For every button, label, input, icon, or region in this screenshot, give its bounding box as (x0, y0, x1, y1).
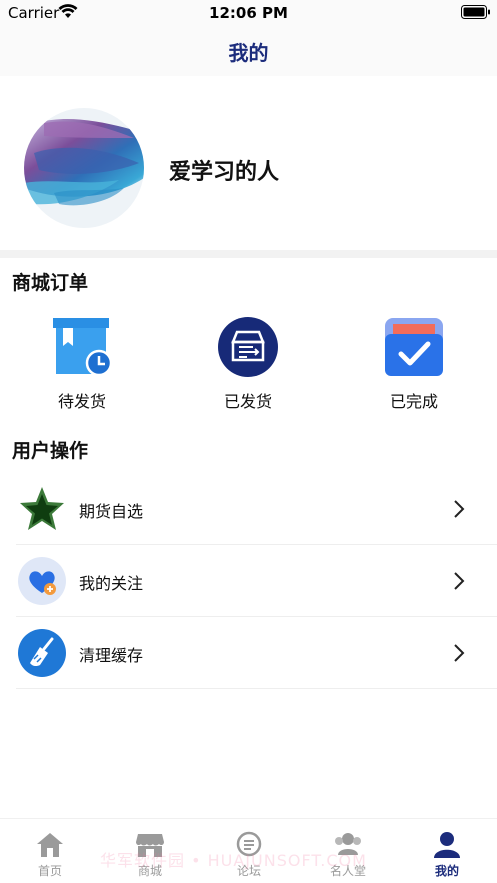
watercolor-avatar-image (24, 108, 144, 228)
watermark: 华军软件园 • HUAJUNSOFT.COM (100, 851, 367, 870)
battery-icon (461, 5, 490, 19)
chevron-right-icon (454, 572, 465, 590)
order-label-shipped: 已发货 (223, 392, 272, 411)
status-time: 12:06 PM (209, 4, 288, 22)
nav-bar: 我的 (0, 26, 497, 76)
operations-section-title: 用户操作 (12, 440, 89, 462)
tab-label-home: 首页 (37, 864, 62, 878)
package-clock-icon (53, 318, 113, 377)
chevron-right-icon (454, 500, 465, 518)
username: 爱学习的人 (169, 160, 280, 185)
shipping-box-icon (218, 317, 278, 377)
op-row-my-follows[interactable]: 我的关注 (16, 545, 497, 617)
section-divider (0, 250, 497, 258)
op-label-futures: 期货自选 (79, 502, 144, 521)
op-label-clear-cache: 清理缓存 (79, 646, 144, 665)
completed-check-icon (385, 318, 443, 376)
page-title: 我的 (228, 41, 269, 65)
chevron-right-icon (454, 644, 465, 662)
order-label-pending: 待发货 (57, 392, 106, 411)
order-label-completed: 已完成 (389, 392, 438, 411)
broom-icon (18, 629, 66, 677)
avatar[interactable] (24, 108, 144, 228)
op-label-follows: 我的关注 (79, 574, 144, 593)
op-row-clear-cache[interactable]: 清理缓存 (16, 617, 497, 689)
orders-section-title: 商城订单 (12, 272, 89, 294)
profile-header[interactable]: 爱学习的人 (0, 76, 497, 250)
order-completed[interactable]: 已完成 (354, 316, 474, 412)
tab-label-mine: 我的 (434, 864, 459, 878)
order-pending-shipment[interactable]: 待发货 (22, 316, 142, 412)
heart-plus-icon (18, 557, 66, 605)
op-row-futures-watchlist[interactable]: 期货自选 (16, 473, 497, 545)
user-icon (434, 832, 460, 858)
tab-home[interactable]: 首页 (0, 819, 100, 883)
tab-mine[interactable]: 我的 (397, 819, 497, 883)
status-bar: Carrier 12:06 PM (0, 0, 497, 26)
star-icon (20, 487, 64, 530)
home-icon (37, 833, 63, 857)
order-shipped[interactable]: 已发货 (188, 316, 308, 412)
